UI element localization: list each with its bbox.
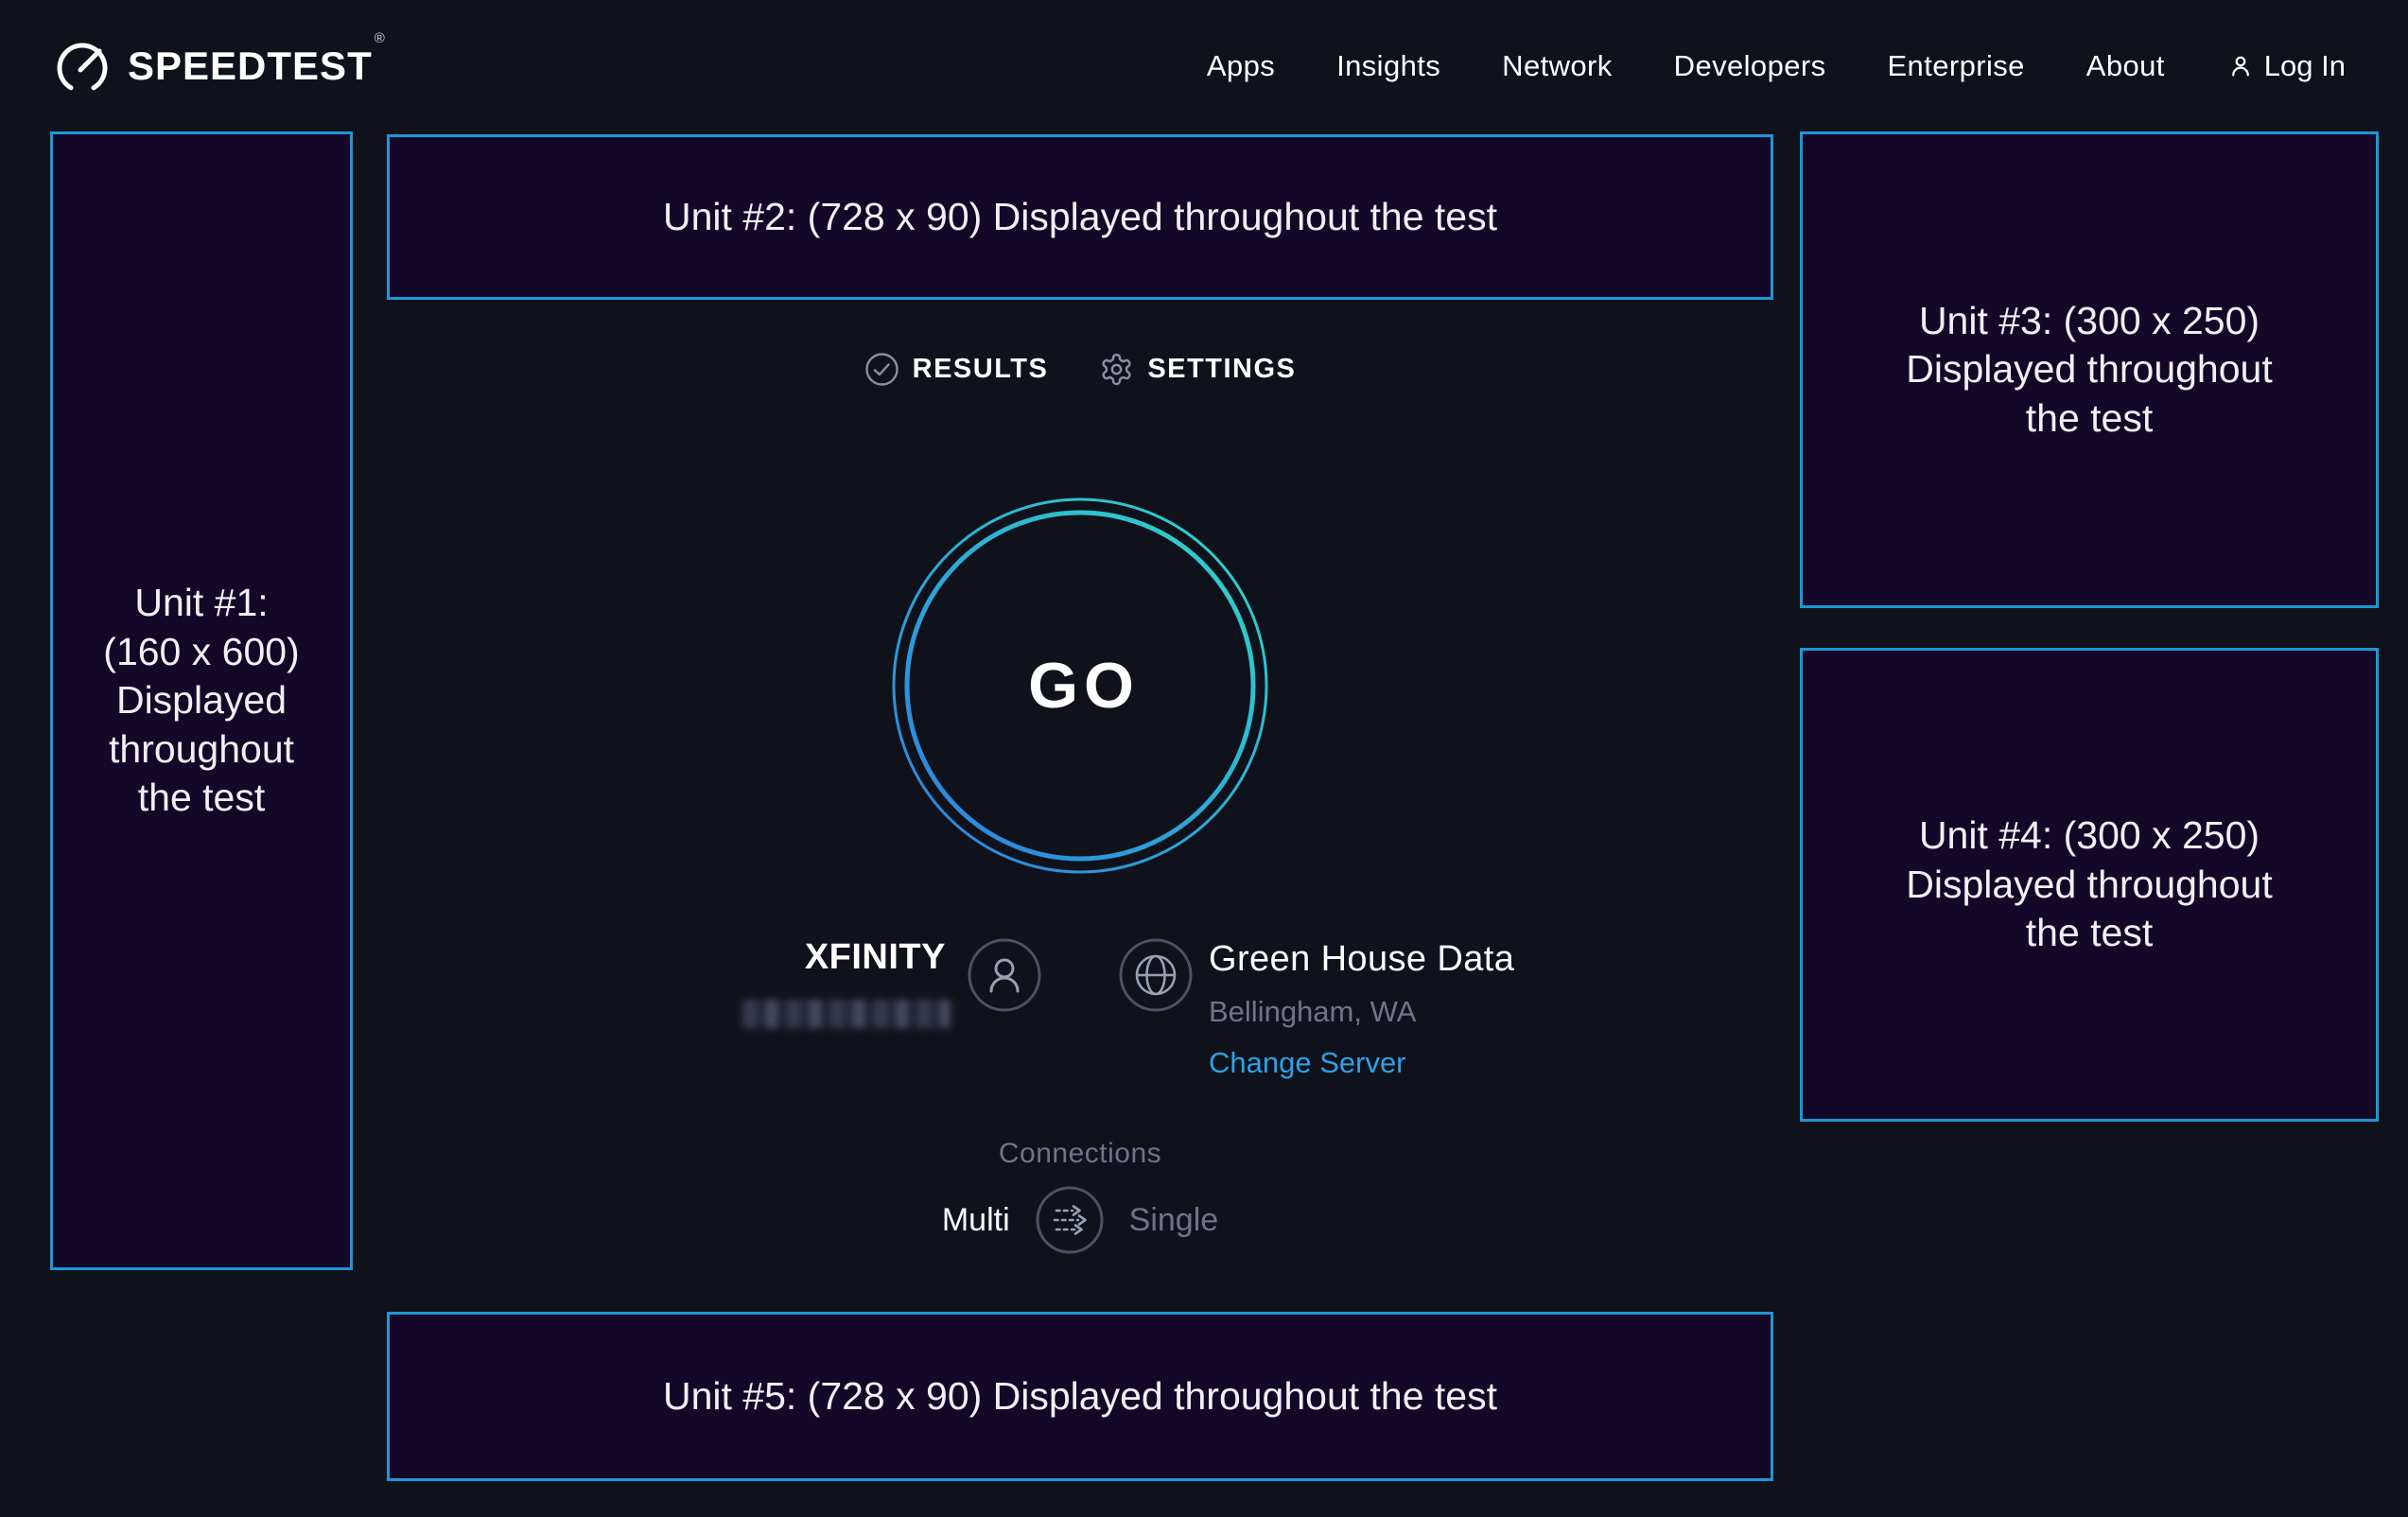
logo-wordmark: SPEEDTEST [128,44,373,88]
nav-item-about[interactable]: About [2086,49,2165,83]
isp-name: XFINITY [387,937,946,978]
results-settings-tabs: RESULTS SETTINGS [387,336,1773,402]
ad-unit-3-rectangle[interactable]: Unit #3: (300 x 250) Displayed throughou… [1800,131,2379,608]
tab-results[interactable]: RESULTS [864,352,1049,387]
logo-registered-mark: ® [375,30,385,46]
user-icon [2226,52,2255,80]
ad-unit-1-skyscraper[interactable]: Unit #1: (160 x 600) Displayed throughou… [50,131,353,1270]
masked-ip-address [742,1000,951,1028]
check-circle-icon [864,352,899,387]
server-globe-icon [1118,937,1194,1018]
connections-toggle-row: Multi Single [387,1185,1773,1255]
server-info: Green House Data Bellingham, WA Change S… [1209,939,1514,1080]
ad-unit-5-leaderboard[interactable]: Unit #5: (728 x 90) Displayed throughout… [387,1312,1773,1481]
connections-multi-option[interactable]: Multi [942,1202,1010,1239]
isp-server-section: XFINITY Green House Data Bellingham, WA … [387,922,1773,1121]
go-button-label: GO [886,492,1274,880]
ad-unit-2-leaderboard[interactable]: Unit #2: (728 x 90) Displayed throughout… [387,134,1773,300]
top-nav-bar: SPEEDTEST® Apps Insights Network Develop… [0,0,2408,131]
connection-mode-toggle-icon[interactable] [1035,1185,1105,1255]
gear-icon [1099,352,1134,387]
tab-settings[interactable]: SETTINGS [1099,352,1296,387]
connections-section: Connections Multi Single [387,1138,1773,1255]
speedometer-gauge-icon [52,36,113,96]
tab-settings-label: SETTINGS [1147,354,1296,385]
ad-unit-3-text: Unit #3: (300 x 250) Displayed throughou… [1906,297,2272,444]
go-button[interactable]: GO [886,492,1274,880]
server-name: Green House Data [1209,939,1514,980]
nav-item-network[interactable]: Network [1502,49,1613,83]
nav-item-developers[interactable]: Developers [1674,49,1826,83]
connections-single-option[interactable]: Single [1129,1202,1219,1239]
nav-item-enterprise[interactable]: Enterprise [1887,49,2024,83]
speedtest-logo[interactable]: SPEEDTEST® [52,36,383,96]
nav-item-insights[interactable]: Insights [1336,49,1440,83]
login-label: Log In [2264,49,2346,83]
ad-unit-2-text: Unit #2: (728 x 90) Displayed throughout… [663,193,1497,242]
main-nav: Apps Insights Network Developers Enterpr… [1207,49,2346,83]
ad-unit-1-text: Unit #1: (160 x 600) Displayed throughou… [103,579,299,823]
ad-unit-5-text: Unit #5: (728 x 90) Displayed throughout… [663,1372,1497,1421]
ad-unit-4-text: Unit #4: (300 x 250) Displayed throughou… [1906,811,2272,958]
isp-person-icon [967,937,1042,1018]
login-button[interactable]: Log In [2226,49,2346,83]
ad-unit-4-rectangle[interactable]: Unit #4: (300 x 250) Displayed throughou… [1800,648,2379,1122]
tab-results-label: RESULTS [913,354,1049,385]
connections-label: Connections [387,1138,1773,1170]
speedtest-page: SPEEDTEST® Apps Insights Network Develop… [0,0,2408,1517]
change-server-link[interactable]: Change Server [1209,1046,1514,1080]
nav-item-apps[interactable]: Apps [1207,49,1275,83]
server-location: Bellingham, WA [1209,995,1514,1029]
